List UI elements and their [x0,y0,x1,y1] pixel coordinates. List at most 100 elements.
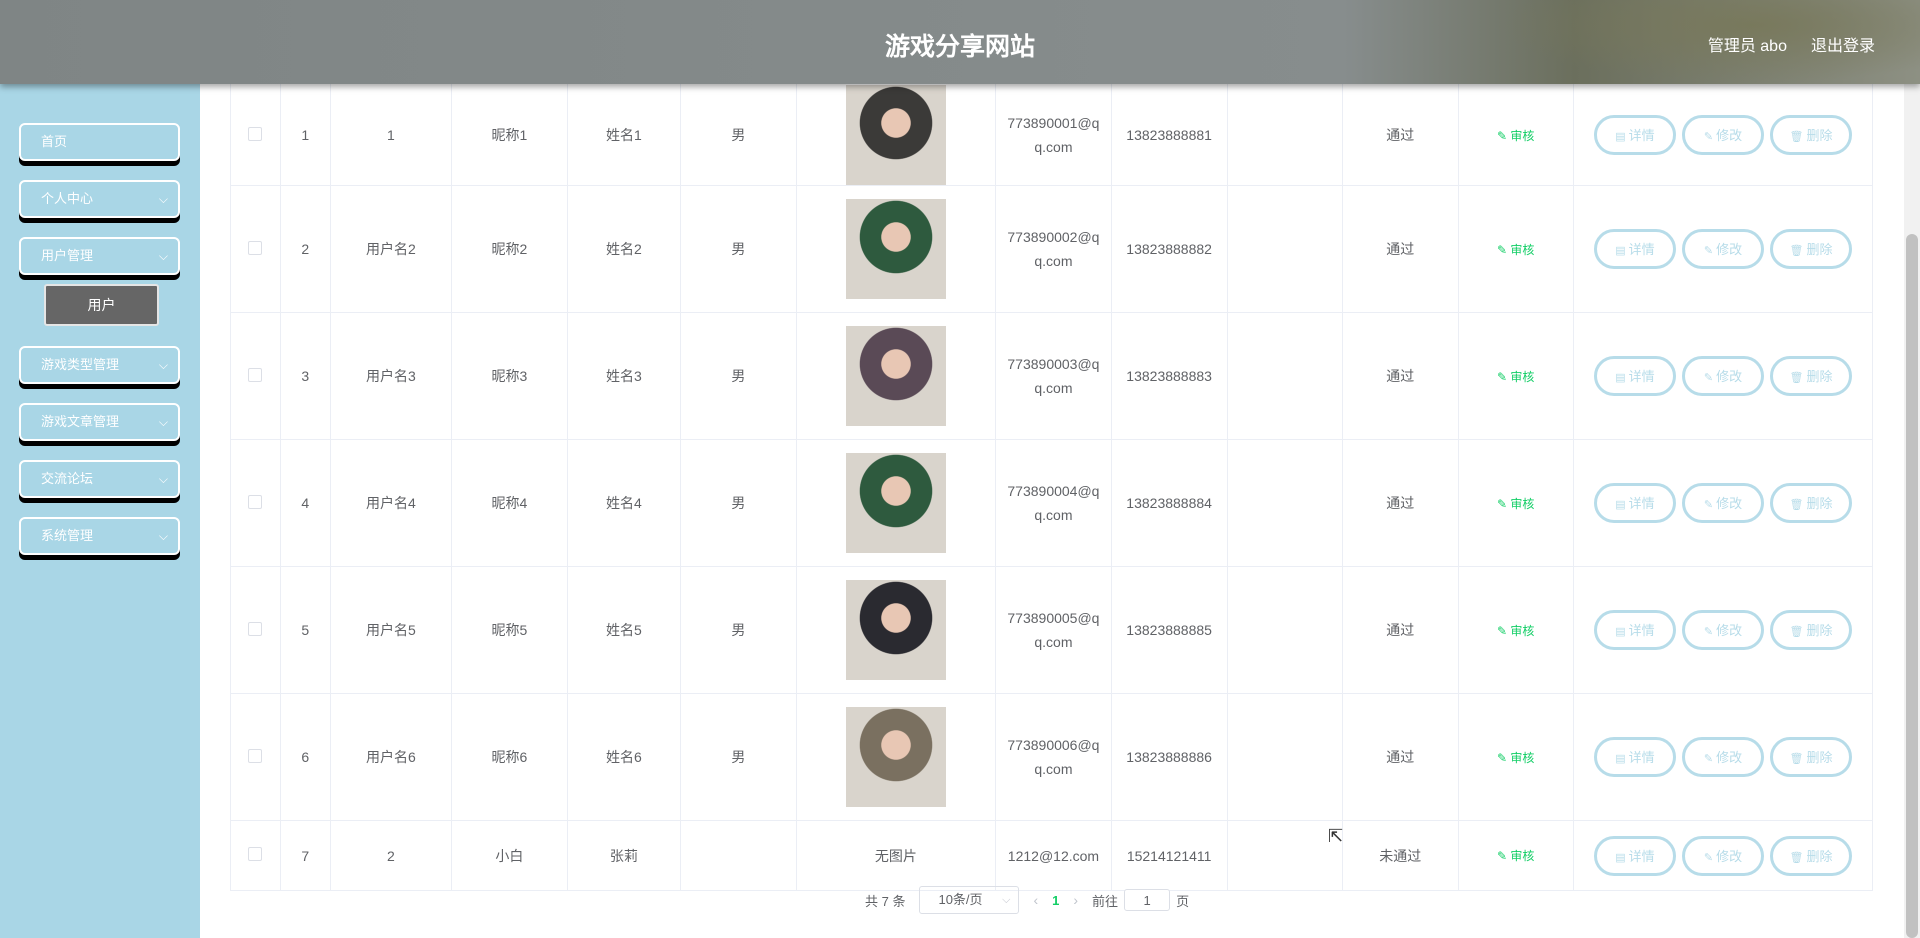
detail-button-label: 详情 [1628,750,1655,765]
cell-status-text: 通过 [1386,495,1415,511]
edit-button[interactable]: ✎ 修改 [1681,356,1764,396]
edit-pen-icon: ✎ [1497,369,1511,384]
audit-label: 审核 [1510,369,1535,384]
sidebar-item-home[interactable]: 首页 [19,123,180,161]
row-checkbox[interactable] [248,847,263,861]
row-index-text: 1 [301,127,310,143]
edit-button[interactable]: ✎ 修改 [1681,483,1764,523]
cell-actions: ▤ 详情 ✎ 修改 🗑 删除 [1573,185,1874,313]
cell-extra [1227,312,1344,440]
cell-audit: ✎ 审核 [1458,439,1574,567]
detail-button[interactable]: ▤ 详情 [1593,835,1676,876]
page-scrollbar[interactable] [1904,84,1920,938]
row-checkbox[interactable] [248,748,263,763]
detail-button[interactable]: ▤ 详情 [1593,737,1676,777]
cell-extra [1227,439,1344,567]
table-row: 5 用户名5 昵称5 姓名5 男 773890005@qq.com 13823888885 通… [230,566,1874,694]
trash-icon: 🗑 [1789,245,1804,257]
edit-button-label: 修改 [1716,496,1743,511]
row-checkbox[interactable] [248,240,263,255]
detail-button[interactable]: ▤ 详情 [1593,483,1676,523]
row-checkbox[interactable] [248,367,263,382]
row-checkbox[interactable] [248,621,263,636]
cell-email: 773890004@qq.com [995,439,1112,567]
cell-email: 773890002@qq.com [995,185,1112,313]
audit-button[interactable]: ✎ 审核 [1497,497,1534,511]
cell-email-text: 773890001@qq.com [1007,115,1100,155]
cell-phone: 15214121411 [1111,820,1228,891]
delete-button[interactable]: 🗑 删除 [1769,610,1852,650]
audit-label: 审核 [1510,128,1535,143]
delete-button[interactable]: 🗑 删除 [1769,115,1852,155]
page-size-select[interactable]: 10条/页 ⌵ [919,886,1020,914]
delete-button[interactable]: 🗑 删除 [1769,229,1852,269]
page-number-current[interactable]: 1 [1052,893,1059,908]
sidebar-item-personal-center[interactable]: 个人中心 ⌵ [19,180,180,218]
audit-button[interactable]: ✎ 审核 [1497,751,1534,765]
sidebar-item-game-article-management[interactable]: 游戏文章管理 ⌵ [19,403,180,441]
row-index: 2 [280,185,331,313]
mouse-cursor-icon: ⇱ [1328,826,1344,846]
cell-username-text: 用户名4 [366,495,416,511]
delete-button[interactable]: 🗑 删除 [1769,835,1852,876]
trash-icon: 🗑 [1789,131,1804,143]
next-page-icon[interactable]: › [1073,892,1078,908]
cell-name-text: 姓名2 [606,241,642,257]
user-avatar-image [845,707,946,807]
audit-button[interactable]: ✎ 审核 [1497,129,1534,143]
delete-button-label: 删除 [1806,369,1833,384]
edit-button-label: 修改 [1716,623,1743,638]
sidebar-item-game-type-management[interactable]: 游戏类型管理 ⌵ [19,346,180,384]
edit-button[interactable]: ✎ 修改 [1681,610,1764,650]
row-checkbox[interactable] [248,494,263,509]
goto-page-input[interactable] [1124,889,1171,911]
audit-button[interactable]: ✎ 审核 [1497,370,1534,384]
audit-button[interactable]: ✎ 审核 [1497,624,1534,638]
cell-username: 用户名4 [330,439,453,567]
detail-button[interactable]: ▤ 详情 [1593,610,1676,650]
cell-username: 2 [330,820,453,891]
cell-name: 姓名4 [567,439,682,567]
row-checkbox[interactable] [248,126,263,141]
user-avatar-image [845,453,946,553]
cell-audit: ✎ 审核 [1458,566,1574,694]
scrollbar-thumb[interactable] [1906,234,1918,938]
edit-button[interactable]: ✎ 修改 [1681,835,1764,876]
cell-name-text: 张莉 [609,847,638,864]
sidebar-item-user-management[interactable]: 用户管理 ⌵ [19,237,180,275]
delete-button[interactable]: 🗑 删除 [1769,483,1852,523]
delete-button[interactable]: 🗑 删除 [1769,356,1852,396]
cell-nickname-text: 昵称6 [491,749,528,765]
cell-nickname-text: 小白 [495,847,524,864]
row-index-text: 2 [301,241,310,257]
chevron-down-icon: ⌵ [158,415,168,429]
edit-button[interactable]: ✎ 修改 [1681,229,1764,269]
audit-button[interactable]: ✎ 审核 [1497,243,1534,257]
edit-button[interactable]: ✎ 修改 [1681,115,1764,155]
sidebar-item-forum[interactable]: 交流论坛 ⌵ [19,460,180,498]
row-index-text: 7 [301,847,310,864]
edit-pen-icon: ✎ [1497,623,1511,638]
cell-gender: 男 [680,312,797,440]
cell-audit: ✎ 审核 [1458,693,1574,821]
trash-icon: 🗑 [1789,753,1804,765]
sidebar-item-system-management[interactable]: 系统管理 ⌵ [19,517,180,555]
cell-status-text: 通过 [1386,241,1415,257]
audit-label: 审核 [1510,623,1535,638]
delete-button[interactable]: 🗑 删除 [1769,737,1852,777]
cell-name: 姓名5 [567,566,682,694]
edit-button[interactable]: ✎ 修改 [1681,737,1764,777]
cell-phone-text: 13823888886 [1126,749,1212,765]
audit-button[interactable]: ✎ 审核 [1497,849,1534,863]
detail-button[interactable]: ▤ 详情 [1593,115,1676,155]
sidebar-subitem-user[interactable]: 用户 [44,284,159,326]
logout-link[interactable]: 退出登录 [1811,32,1875,56]
prev-page-icon[interactable]: ‹ [1033,892,1038,908]
detail-button[interactable]: ▤ 详情 [1593,229,1676,269]
edit-pen-icon: ✎ [1703,245,1714,257]
cell-phone: 13823888882 [1111,185,1228,313]
chevron-down-icon: ⌵ [158,529,168,543]
delete-button-label: 删除 [1806,242,1833,257]
detail-button[interactable]: ▤ 详情 [1593,356,1676,396]
cell-name-text: 姓名5 [606,622,642,638]
